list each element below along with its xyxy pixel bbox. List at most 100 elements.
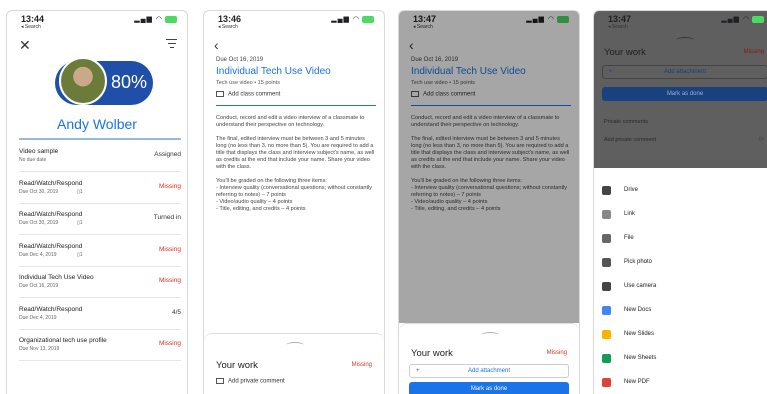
add-private-comment[interactable]: Add private comment bbox=[216, 378, 285, 385]
dimmed-work-panel[interactable]: 13:47 ◂ Search ▂▄▆ ◠ Your work Missing +… bbox=[594, 11, 767, 168]
clock: 13:46 bbox=[218, 14, 242, 24]
menu-item[interactable]: New PDF bbox=[594, 371, 767, 394]
attachment-icon: ▯1 bbox=[77, 188, 83, 195]
list-item[interactable]: Read/Watch/Respond Due Dec 4, 2019 ▯1 Missi… bbox=[19, 243, 181, 267]
status-badge: Missing bbox=[158, 182, 181, 190]
attachment-icon: ▯1 bbox=[77, 251, 83, 258]
list-item[interactable]: Organizational tech use profile Due Nov 1… bbox=[19, 337, 181, 361]
item-title: Read/Watch/Respond bbox=[19, 211, 83, 218]
status-badge: Missing bbox=[158, 245, 181, 253]
plus-icon: + bbox=[416, 368, 420, 374]
assignment-meta: Tech use video • 15 points bbox=[216, 80, 280, 86]
send-icon[interactable]: ▷ bbox=[760, 136, 764, 142]
docs-icon bbox=[602, 306, 611, 315]
item-due: Due Dec 4, 2019 bbox=[19, 251, 57, 258]
item-due: No due date bbox=[19, 157, 47, 163]
your-work-title: Your work bbox=[604, 47, 646, 58]
link-icon bbox=[602, 210, 611, 219]
item-title: Video sample bbox=[19, 148, 59, 155]
menu-item-label: Link bbox=[624, 211, 636, 217]
status-badge: Missing bbox=[743, 49, 764, 55]
back-to-search[interactable]: ◂ Search bbox=[21, 24, 41, 30]
divider bbox=[19, 138, 181, 140]
menu-item[interactable]: File bbox=[594, 227, 767, 251]
add-attachment-label: Add attachment bbox=[663, 69, 707, 75]
menu-item-label: New Docs bbox=[624, 307, 652, 313]
menu-item[interactable]: New Sheets bbox=[594, 347, 767, 371]
private-comment-input[interactable]: Add private comment bbox=[604, 137, 656, 143]
phone-attachment-menu: 13:47 ◂ Search ▂▄▆ ◠ Your work Missing +… bbox=[593, 10, 767, 394]
battery-icon bbox=[752, 15, 764, 23]
private-comment-label: Add private comment bbox=[228, 378, 285, 385]
close-icon[interactable]: ✕ bbox=[19, 37, 31, 54]
assignment-title: Individual Tech Use Video bbox=[216, 66, 331, 77]
item-title: Organizational tech use profile bbox=[19, 337, 107, 344]
sheets-icon bbox=[602, 354, 611, 363]
list-item[interactable]: Read/Watch/Respond Due Oct 30, 2019 ▯1 Miss… bbox=[19, 180, 181, 204]
attachment-icon: ▯1 bbox=[77, 220, 83, 226]
menu-item-label: New PDF bbox=[624, 379, 650, 385]
menu-item[interactable]: Link bbox=[594, 203, 767, 227]
list-item[interactable]: Individual Tech Use Video Due Oct 16, 201… bbox=[19, 274, 181, 298]
your-work-sheet[interactable]: Your work Missing Add private comment bbox=[204, 333, 384, 394]
battery-icon bbox=[165, 15, 177, 23]
comment-icon bbox=[216, 91, 224, 97]
your-work-title: Your work bbox=[216, 360, 258, 371]
item-due: Due Nov 13, 2019 bbox=[19, 346, 60, 352]
back-arrow-icon[interactable]: ‹ bbox=[214, 37, 219, 53]
drive-icon bbox=[602, 186, 611, 195]
add-class-comment[interactable]: Add class comment bbox=[216, 91, 280, 98]
clock: 13:44 bbox=[21, 14, 45, 24]
sheet-handle-icon[interactable] bbox=[676, 37, 694, 43]
menu-item[interactable]: Drive bbox=[594, 179, 767, 203]
sheet-handle-icon[interactable] bbox=[481, 332, 499, 338]
menu-item-label: Drive bbox=[624, 187, 639, 193]
item-title: Individual Tech Use Video bbox=[19, 274, 94, 281]
divider bbox=[216, 105, 376, 106]
menu-item[interactable]: New Slides bbox=[594, 323, 767, 347]
upload-icon bbox=[602, 234, 611, 243]
menu-item-label: New Slides bbox=[624, 331, 655, 337]
list-item[interactable]: Read/Watch/Respond Due Dec 4, 2019 4/5 bbox=[19, 306, 181, 330]
menu-item-label: File bbox=[624, 235, 634, 241]
back-to-search[interactable]: ◂ Search bbox=[608, 24, 628, 30]
sheet-handle-icon[interactable] bbox=[286, 342, 304, 348]
add-attachment-button[interactable]: + Add attachment bbox=[602, 65, 767, 79]
menu-item-label: Pick photo bbox=[624, 259, 653, 265]
student-name: Andy Wolber bbox=[57, 116, 137, 132]
back-to-search[interactable]: ◂ Search bbox=[218, 24, 238, 30]
status-badge: Missing bbox=[351, 362, 372, 368]
menu-item[interactable]: Use camera bbox=[594, 275, 767, 299]
due-date: Due Oct 16, 2019 bbox=[216, 57, 264, 63]
filter-icon[interactable] bbox=[166, 39, 177, 51]
mark-as-done-button[interactable]: Mark as done bbox=[409, 382, 569, 394]
menu-item-label: New Sheets bbox=[624, 355, 657, 361]
assignment-description: Conduct, record and edit a video intervi… bbox=[216, 115, 375, 212]
class-comment-label: Add class comment bbox=[228, 91, 281, 98]
slides-icon bbox=[602, 330, 611, 339]
item-due: Due Oct 30, 2019 bbox=[19, 220, 59, 226]
status-bar: 13:46 ◂ Search ▂▄▆ ◠ bbox=[204, 11, 384, 33]
private-comments-heading: Private comments bbox=[604, 119, 649, 125]
item-due: Due Oct 30, 2019 bbox=[19, 188, 59, 195]
mark-as-done-button[interactable]: Mark as done bbox=[602, 87, 767, 101]
phone-student-overview: 13:44 ◂ Search ▂▄▆ ◠ ✕ 80% Andy Wolber V… bbox=[6, 10, 188, 394]
menu-item[interactable]: Pick photo bbox=[594, 251, 767, 275]
pdf-icon bbox=[602, 378, 611, 387]
menu-item[interactable]: New Docs bbox=[594, 299, 767, 323]
avatar bbox=[59, 57, 107, 105]
status-bar: 13:47 ◂ Search ▂▄▆ ◠ bbox=[594, 11, 767, 33]
overlay-scrim[interactable] bbox=[399, 11, 579, 323]
your-work-sheet[interactable]: Your work Missing + Add attachment Mark a… bbox=[399, 323, 579, 394]
signal-icon: ▂▄▆ ◠ bbox=[134, 15, 177, 23]
comment-icon bbox=[216, 378, 224, 384]
list-item[interactable]: Video sample No due date Assigned bbox=[19, 148, 181, 172]
item-due: Due Oct 16, 2019 bbox=[19, 283, 59, 289]
add-attachment-button[interactable]: + Add attachment bbox=[409, 364, 569, 378]
list-item[interactable]: Read/Watch/Respond Due Oct 30, 2019 ▯1 Turn… bbox=[19, 211, 181, 235]
camera-icon bbox=[602, 282, 611, 291]
plus-icon: + bbox=[609, 69, 613, 75]
status-badge: Turned in bbox=[153, 214, 181, 221]
progress-percent: 80% bbox=[111, 72, 148, 92]
status-badge: Missing bbox=[546, 350, 567, 356]
